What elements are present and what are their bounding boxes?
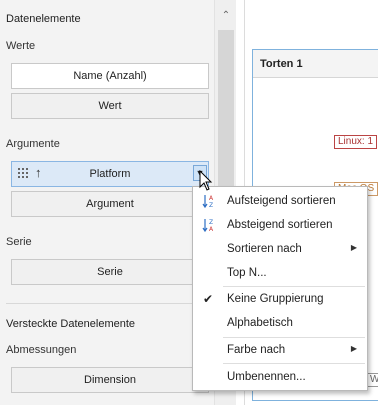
svg-text:Z: Z <box>209 219 213 226</box>
dashboard-item-title: Torten 1 <box>260 58 303 70</box>
menu-item-top-n[interactable]: Top N... <box>193 263 367 283</box>
drag-grip-icon[interactable] <box>18 168 30 178</box>
dimension-placeholder-field[interactable]: Dimension <box>11 367 209 393</box>
menu-item-color-by[interactable]: Farbe nach ▶ <box>193 340 367 360</box>
data-items-content: Datenelemente Werte Name (Anzahl) Wert A… <box>0 0 214 405</box>
mouse-cursor-icon <box>199 170 213 191</box>
menu-separator <box>223 363 365 364</box>
sort-direction-icon: ↑ <box>35 165 42 180</box>
values-section-label: Werte <box>6 40 36 52</box>
scrollbar-thumb[interactable] <box>218 30 234 205</box>
menu-item-no-grouping-label: Keine Gruppierung <box>227 293 324 305</box>
argument-field-platform-label: Platform <box>89 168 131 180</box>
sort-ascending-icon: A Z <box>202 195 214 209</box>
argument-context-menu: A Z Aufsteigend sortieren Z A Absteigend… <box>192 186 368 391</box>
dashboard-item-header: Torten 1 <box>253 50 378 78</box>
hidden-items-title: Versteckte Datenelemente <box>6 318 136 330</box>
section-divider <box>6 303 210 304</box>
check-icon: ✔ <box>203 292 214 306</box>
series-section-label: Serie <box>6 236 32 248</box>
data-items-title: Datenelemente <box>6 13 81 25</box>
svg-text:A: A <box>209 226 214 233</box>
menu-item-sort-by-label: Sortieren nach <box>227 243 302 255</box>
menu-item-color-by-label: Farbe nach <box>227 344 286 356</box>
pie-label-linux: Linux: 1 <box>334 135 378 149</box>
scroll-up-icon[interactable]: ⌃ <box>218 8 234 24</box>
menu-item-top-n-label: Top N... <box>227 267 267 279</box>
argument-placeholder-field[interactable]: Argument <box>11 191 209 217</box>
value-field-value-placeholder[interactable]: Wert <box>11 93 209 119</box>
sort-descending-icon: Z A <box>202 219 214 233</box>
menu-item-sort-descending-label: Absteigend sortieren <box>227 219 333 231</box>
submenu-arrow-icon: ▶ <box>350 243 357 252</box>
menu-item-rename-label: Umbenennen... <box>227 371 306 383</box>
menu-item-rename[interactable]: Umbenennen... <box>193 367 367 387</box>
menu-item-sort-ascending[interactable]: A Z Aufsteigend sortieren <box>193 191 367 211</box>
dimensions-section-label: Abmessungen <box>6 344 77 356</box>
series-placeholder-field[interactable]: Serie <box>11 259 209 285</box>
menu-item-alphabetical-label: Alphabetisch <box>227 317 293 329</box>
menu-separator <box>223 286 365 287</box>
value-field-name-count[interactable]: Name (Anzahl) <box>11 63 209 89</box>
svg-text:Z: Z <box>209 202 213 209</box>
svg-text:A: A <box>209 195 214 202</box>
submenu-arrow-icon: ▶ <box>350 344 357 353</box>
arguments-section-label: Argumente <box>6 138 60 150</box>
menu-item-sort-by[interactable]: Sortieren nach ▶ <box>193 239 367 259</box>
menu-item-alphabetical[interactable]: Alphabetisch <box>193 313 367 333</box>
menu-item-sort-ascending-label: Aufsteigend sortieren <box>227 195 336 207</box>
menu-item-no-grouping[interactable]: ✔ Keine Gruppierung <box>193 289 367 309</box>
menu-item-sort-descending[interactable]: Z A Absteigend sortieren <box>193 215 367 235</box>
menu-separator <box>223 337 365 338</box>
